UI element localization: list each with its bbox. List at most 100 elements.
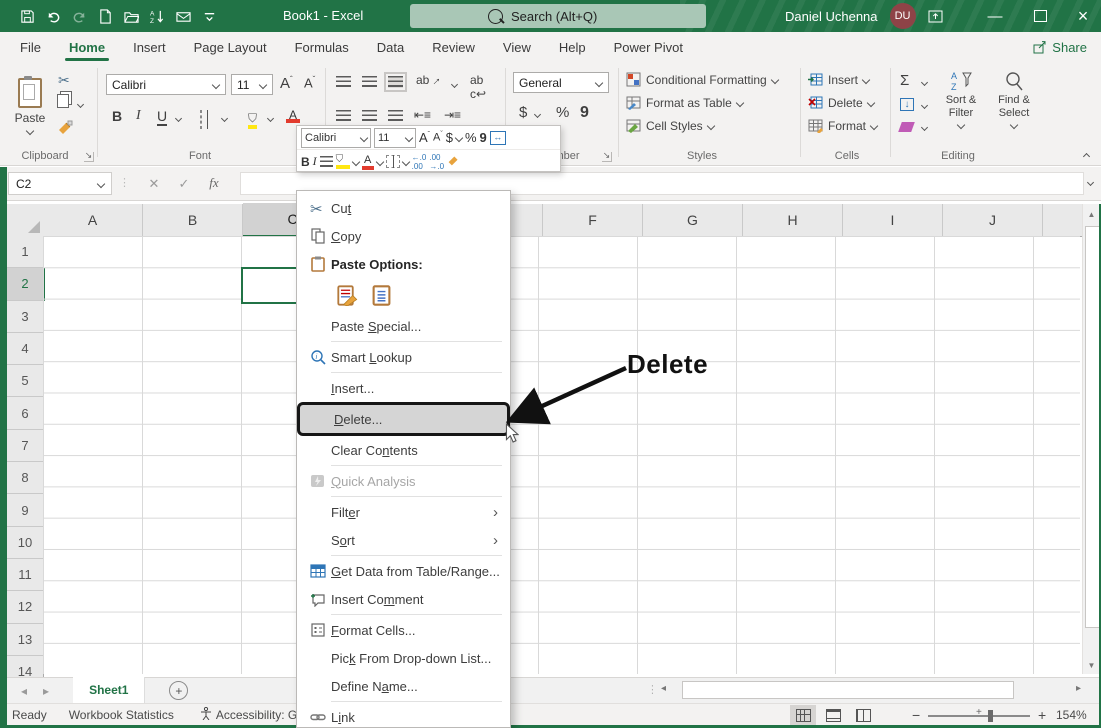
mini-increase-decimal-icon[interactable]: .00→.0 bbox=[429, 153, 444, 171]
row-header-10[interactable]: 10 bbox=[7, 527, 44, 559]
clipboard-dialog-launcher[interactable]: ↘ bbox=[84, 152, 94, 162]
email-icon[interactable] bbox=[171, 4, 195, 28]
collapse-ribbon-icon[interactable] bbox=[1083, 153, 1090, 160]
zoom-level[interactable]: 154% bbox=[1056, 708, 1087, 722]
middle-align-icon[interactable] bbox=[362, 76, 377, 88]
menu-item-copy[interactable]: Copy bbox=[297, 222, 510, 250]
qat-customize-icon[interactable] bbox=[197, 4, 221, 28]
column-header-J[interactable]: J bbox=[943, 204, 1043, 237]
font-size-combo[interactable]: 11 bbox=[231, 74, 273, 95]
align-left-icon[interactable] bbox=[336, 110, 351, 122]
row-header-9[interactable]: 9 bbox=[7, 494, 44, 526]
delete-cells-button[interactable]: Delete bbox=[808, 95, 874, 110]
clear-icon[interactable] bbox=[898, 122, 915, 132]
mini-center-icon[interactable] bbox=[320, 156, 333, 167]
cell-styles-button[interactable]: Cell Styles bbox=[626, 118, 714, 133]
autosum-icon[interactable]: Σ bbox=[900, 72, 909, 89]
tab-insert[interactable]: Insert bbox=[119, 32, 180, 62]
row-headers[interactable]: 1234567891011121314 bbox=[7, 236, 43, 688]
sheet-tab[interactable]: Sheet1 bbox=[73, 677, 145, 705]
user-name[interactable]: Daniel Uchenna bbox=[785, 9, 878, 24]
row-header-11[interactable]: 11 bbox=[7, 559, 44, 591]
save-icon[interactable] bbox=[15, 4, 39, 28]
row-header-12[interactable]: 12 bbox=[7, 591, 44, 623]
tab-data[interactable]: Data bbox=[363, 32, 418, 62]
zoom-out-button[interactable]: − bbox=[912, 707, 920, 723]
previous-sheet-icon[interactable]: ◂ bbox=[7, 684, 35, 698]
mini-merge-center-icon[interactable]: ↔ bbox=[490, 131, 506, 145]
sort-az-icon[interactable]: AZ bbox=[145, 4, 169, 28]
cancel-icon[interactable]: ✕ bbox=[142, 176, 166, 192]
enter-icon[interactable]: ✓ bbox=[172, 176, 196, 192]
paste-formatting-icon[interactable] bbox=[335, 283, 359, 307]
next-sheet-icon[interactable]: ▸ bbox=[35, 684, 73, 698]
paste-values-icon[interactable] bbox=[369, 283, 393, 307]
menu-item-link[interactable]: Link bbox=[297, 703, 510, 728]
borders-icon[interactable] bbox=[200, 110, 202, 129]
mini-fill-color-icon[interactable]: ⛉ bbox=[336, 154, 350, 169]
menu-item-cut[interactable]: ✂Cut bbox=[297, 194, 510, 222]
bold-icon[interactable]: B bbox=[112, 108, 122, 124]
row-header-1[interactable]: 1 bbox=[7, 236, 44, 268]
top-align-icon[interactable] bbox=[336, 76, 351, 88]
accounting-format-icon[interactable]: $ bbox=[519, 104, 527, 121]
row-header-4[interactable]: 4 bbox=[7, 333, 44, 365]
column-header-I[interactable]: I bbox=[843, 204, 943, 237]
menu-item-filter[interactable]: Filter› bbox=[297, 498, 510, 526]
mini-decrease-font-icon[interactable]: Aˇ bbox=[433, 131, 443, 144]
row-header-7[interactable]: 7 bbox=[7, 430, 44, 462]
increase-indent-icon[interactable]: ⇥≡ bbox=[444, 108, 461, 122]
decrease-font-icon[interactable]: Aˇ bbox=[304, 75, 315, 90]
row-header-13[interactable]: 13 bbox=[7, 624, 44, 656]
expand-formula-bar-icon[interactable] bbox=[1087, 179, 1094, 186]
underline-icon[interactable]: U bbox=[157, 108, 167, 126]
ribbon-display-options-icon[interactable] bbox=[915, 0, 955, 32]
mini-bold-icon[interactable]: B bbox=[301, 155, 310, 169]
tab-formulas[interactable]: Formulas bbox=[281, 32, 363, 62]
wrap-text-icon[interactable]: abc↩ bbox=[470, 73, 486, 101]
cut-icon[interactable]: ✂ bbox=[58, 72, 70, 89]
menu-item-smart-lookup[interactable]: iSmart Lookup bbox=[297, 343, 510, 371]
menu-item-insert-comment[interactable]: Insert Comment bbox=[297, 585, 510, 613]
menu-item-clear-contents[interactable]: Clear Contents bbox=[297, 436, 510, 464]
format-cells-button[interactable]: Format bbox=[808, 118, 877, 133]
tab-power-pivot[interactable]: Power Pivot bbox=[600, 32, 697, 62]
font-name-combo[interactable]: Calibri bbox=[106, 74, 226, 95]
align-right-icon[interactable] bbox=[388, 110, 403, 122]
select-all-corner[interactable] bbox=[7, 204, 44, 237]
find-select-button[interactable]: Find & Select bbox=[990, 70, 1038, 128]
mini-increase-font-icon[interactable]: Aˆ bbox=[419, 130, 430, 145]
normal-view-button[interactable] bbox=[790, 705, 816, 725]
mini-font-name-combo[interactable]: Calibri bbox=[301, 128, 371, 148]
tab-page-layout[interactable]: Page Layout bbox=[180, 32, 281, 62]
bottom-align-icon[interactable] bbox=[388, 76, 403, 88]
new-sheet-button[interactable]: + bbox=[169, 681, 188, 700]
page-break-view-button[interactable] bbox=[850, 705, 876, 725]
fill-dropdown-icon[interactable] bbox=[921, 102, 928, 109]
fill-color-dropdown-icon[interactable] bbox=[267, 115, 274, 122]
clear-dropdown-icon[interactable] bbox=[921, 124, 928, 131]
menu-item-paste-options[interactable]: Paste Options: bbox=[297, 250, 510, 278]
mini-format-painter-icon[interactable] bbox=[447, 154, 460, 170]
mini-fill-dropdown-icon[interactable] bbox=[351, 157, 359, 165]
vertical-scroll-thumb[interactable] bbox=[1085, 226, 1100, 628]
number-dialog-launcher[interactable]: ↘ bbox=[602, 152, 612, 162]
zoom-slider-thumb[interactable] bbox=[988, 710, 993, 722]
copy-dropdown-icon[interactable] bbox=[77, 101, 84, 108]
insert-function-icon[interactable]: fx bbox=[202, 175, 226, 191]
row-header-2[interactable]: 2 bbox=[7, 268, 45, 300]
format-painter-icon[interactable] bbox=[57, 120, 73, 141]
workbook-statistics[interactable]: Workbook Statistics bbox=[47, 708, 174, 722]
menu-item-format-cells[interactable]: Format Cells... bbox=[297, 616, 510, 644]
orientation-dropdown-icon[interactable] bbox=[451, 81, 458, 88]
mini-font-color-icon[interactable]: A bbox=[362, 154, 374, 170]
mini-percent-icon[interactable]: % bbox=[465, 130, 477, 145]
tab-review[interactable]: Review bbox=[418, 32, 489, 62]
tab-home[interactable]: Home bbox=[55, 32, 119, 62]
minimize-button[interactable]: — bbox=[975, 0, 1015, 32]
insert-cells-button[interactable]: Insert bbox=[808, 72, 869, 87]
fill-color-icon[interactable]: ⛉ bbox=[248, 111, 257, 129]
copy-icon[interactable] bbox=[57, 94, 69, 108]
new-file-icon[interactable] bbox=[93, 4, 117, 28]
scroll-right-icon[interactable]: ▸ bbox=[1076, 683, 1081, 694]
